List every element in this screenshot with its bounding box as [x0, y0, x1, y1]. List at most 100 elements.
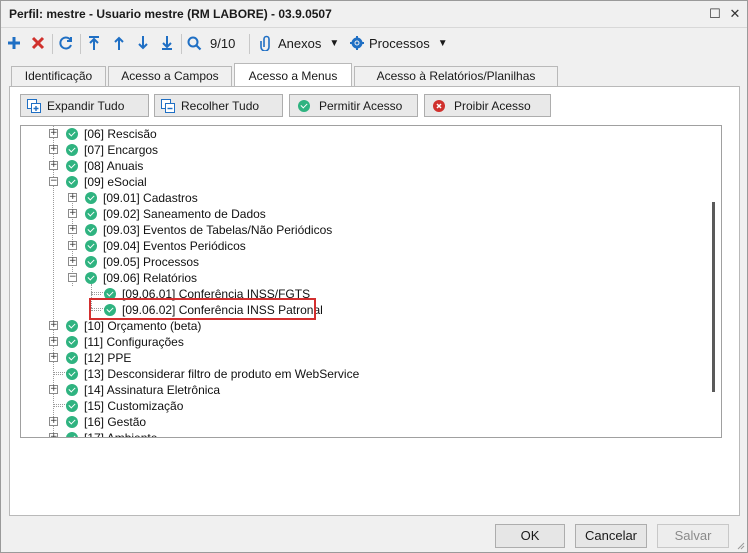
tree-item[interactable]: + [09.03] Eventos de Tabelas/Não Periódic… [21, 222, 701, 238]
anexos-label: Anexos [278, 35, 322, 51]
tree-item-label: [09.01] Cadastros [103, 191, 198, 205]
expand-icon[interactable]: + [49, 385, 58, 394]
tree-item[interactable]: + [09.04] Eventos Periódicos [21, 238, 701, 254]
refresh-icon [59, 36, 72, 50]
expand-icon[interactable]: + [68, 225, 77, 234]
tree-item-label: [09.06] Relatórios [103, 271, 198, 285]
tab-identificacao[interactable]: Identificação [11, 66, 106, 87]
selected-item-highlight [89, 298, 316, 320]
tree-item[interactable]: − [09] eSocial [21, 174, 701, 190]
last-icon [162, 36, 172, 50]
collapse-all-label: Recolher Tudo [181, 98, 260, 113]
collapse-icon[interactable]: − [68, 273, 77, 282]
tab-acesso-campos[interactable]: Acesso a Campos [108, 66, 232, 87]
refresh-button[interactable] [58, 32, 74, 54]
check-circle-icon [66, 160, 78, 172]
tree-item[interactable]: [13] Desconsiderar filtro de produto em … [21, 366, 701, 382]
tree-item[interactable]: + [07] Encargos [21, 142, 701, 158]
tree-item[interactable]: − [09.06] Relatórios [21, 270, 701, 286]
tree-item[interactable]: + [06] Rescisão [21, 126, 701, 142]
gear-icon [350, 36, 364, 50]
tree-item[interactable]: + [16] Gestão [21, 414, 701, 430]
previous-record-button[interactable] [112, 32, 126, 54]
chevron-down-icon: ▼ [437, 37, 448, 49]
tree-item-label: [06] Rescisão [84, 127, 157, 141]
expand-icon[interactable]: + [68, 257, 77, 266]
tree-guide-line [53, 374, 63, 375]
expand-all-label: Expandir Tudo [47, 98, 125, 113]
tree-item[interactable]: + [09.01] Cadastros [21, 190, 701, 206]
expand-icon[interactable]: + [49, 337, 58, 346]
tree-item-label: [09.02] Saneamento de Dados [103, 207, 266, 221]
expand-icon[interactable]: + [49, 353, 58, 362]
add-button[interactable] [7, 32, 21, 54]
check-circle-icon [66, 368, 78, 380]
collapse-all-button[interactable]: Recolher Tudo [154, 94, 283, 117]
deny-access-label: Proibir Acesso [454, 98, 531, 113]
tree-item[interactable]: + [09.02] Saneamento de Dados [21, 206, 701, 222]
collapse-icon[interactable]: − [49, 177, 58, 186]
scrollbar-thumb[interactable] [712, 202, 715, 392]
tree-item[interactable]: [15] Customização [21, 398, 701, 414]
check-circle-icon [66, 384, 78, 396]
check-circle-icon [66, 176, 78, 188]
tree-item-label: [10] Orçamento (beta) [84, 319, 202, 333]
search-button[interactable] [187, 32, 202, 54]
tree-item[interactable]: + [14] Assinatura Eletrônica [21, 382, 701, 398]
expand-icon[interactable]: + [68, 241, 77, 250]
anexos-menu[interactable]: Anexos ▼ [260, 32, 339, 54]
delete-x-icon [31, 36, 45, 50]
check-circle-icon [66, 432, 78, 437]
menu-tree[interactable]: + [06] Rescisão + [07] Encargos + [08] Anuais… [20, 125, 722, 438]
check-circle-icon [85, 240, 97, 252]
close-icon[interactable]: ✕ [725, 5, 745, 23]
check-circle-icon [85, 224, 97, 236]
check-circle-icon [85, 256, 97, 268]
tree-scrollbar[interactable] [707, 126, 721, 437]
expand-icon[interactable]: + [49, 161, 58, 170]
expand-icon[interactable]: + [49, 129, 58, 138]
expand-icon[interactable]: + [49, 321, 58, 330]
tree-item-label: [07] Encargos [84, 143, 159, 157]
check-circle-icon [66, 400, 78, 412]
check-circle-icon [66, 144, 78, 156]
resize-grip-icon[interactable] [735, 540, 745, 550]
expand-all-button[interactable]: Expandir Tudo [20, 94, 149, 117]
next-record-button[interactable] [136, 32, 150, 54]
allow-access-button[interactable]: Permitir Acesso [289, 94, 418, 117]
tree-item[interactable]: + [11] Configurações [21, 334, 701, 350]
toolbar-separator [249, 34, 250, 54]
tree-item-label: [09.03] Eventos de Tabelas/Não Periódico… [103, 223, 333, 237]
check-circle-icon [66, 336, 78, 348]
expand-icon[interactable]: + [49, 433, 58, 437]
expand-icon[interactable]: + [68, 193, 77, 202]
plus-icon [8, 37, 20, 49]
tree-item[interactable]: + [08] Anuais [21, 158, 701, 174]
window-title: Perfil: mestre - Usuario mestre (RM LABO… [9, 7, 332, 21]
tab-acesso-relatorios[interactable]: Acesso à Relatórios/Planilhas [354, 66, 558, 87]
cancel-button[interactable]: Cancelar [575, 524, 647, 548]
ok-button[interactable]: OK [495, 524, 565, 548]
processos-label: Processos [369, 35, 430, 51]
expand-icon[interactable]: + [68, 209, 77, 218]
processos-menu[interactable]: Processos ▼ [350, 32, 448, 54]
first-record-button[interactable] [87, 32, 101, 54]
tree-item-label: [09.05] Processos [103, 255, 200, 269]
tab-acesso-menus[interactable]: Acesso a Menus [234, 63, 352, 87]
expand-icon[interactable]: + [49, 145, 58, 154]
check-circle-icon [298, 99, 310, 112]
tree-item[interactable]: + [17] Ambiente [21, 430, 701, 437]
last-record-button[interactable] [160, 32, 174, 54]
tree-item[interactable]: + [09.05] Processos [21, 254, 701, 270]
tree-item-label: [09] eSocial [84, 175, 147, 189]
deny-access-button[interactable]: Proibir Acesso [424, 94, 551, 117]
save-button[interactable]: Salvar [657, 524, 729, 548]
maximize-icon[interactable]: ☐ [705, 5, 725, 23]
tree-item-label: [12] PPE [84, 351, 132, 365]
search-icon [187, 36, 202, 50]
tree-guide-line [53, 406, 63, 407]
delete-button[interactable] [31, 32, 45, 54]
expand-icon[interactable]: + [49, 417, 58, 426]
tree-item[interactable]: + [12] PPE [21, 350, 701, 366]
tree-item[interactable]: + [10] Orçamento (beta) [21, 318, 701, 334]
